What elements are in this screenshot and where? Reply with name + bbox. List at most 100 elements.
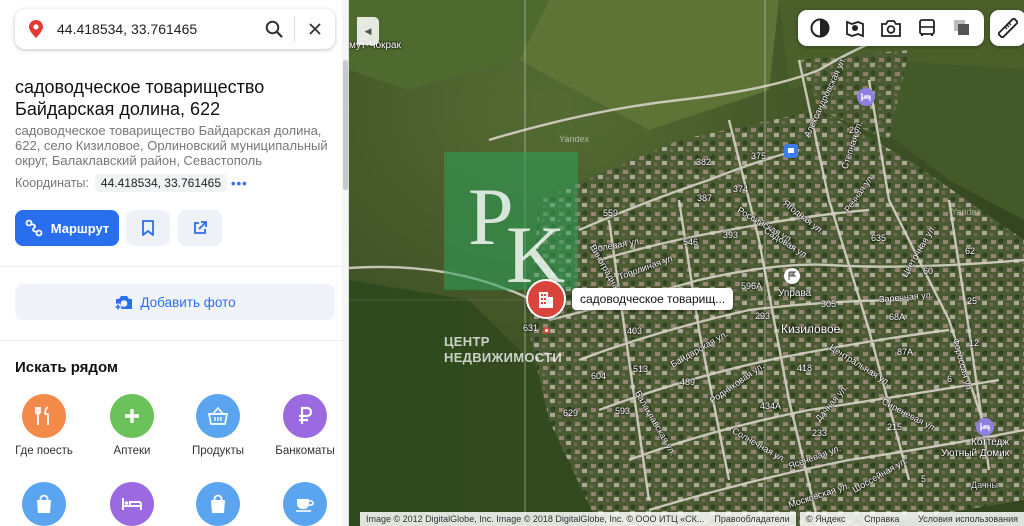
house-number-label: 6 <box>947 374 953 384</box>
camera-icon <box>114 296 133 311</box>
house-number-label: 393 <box>723 230 739 240</box>
nearby-item-stores[interactable] <box>182 482 254 526</box>
map-village-label: Кизиловое <box>781 322 841 336</box>
house-number-label: 62 <box>965 246 976 256</box>
map-layers-toolbar <box>798 10 984 46</box>
search-input[interactable] <box>57 11 254 47</box>
shopping-bag-icon <box>196 482 240 526</box>
place-title: садоводческое товарищество Байдарская до… <box>15 77 265 119</box>
plus-icon <box>110 394 154 438</box>
house-number-label: 305 <box>821 299 837 309</box>
nearby-label: Продукты <box>192 445 244 457</box>
basket-icon <box>196 394 240 438</box>
place-address: садоводческое товарищество Байдарская до… <box>15 123 328 168</box>
nearby-title: Искать рядом <box>15 359 119 376</box>
nearby-label: Аптеки <box>113 445 151 457</box>
flag-poi-icon[interactable] <box>784 268 800 284</box>
svg-text:K: K <box>506 209 565 290</box>
sidebar-scrollbar-thumb[interactable] <box>343 60 348 190</box>
agency-watermark-logo: P K <box>444 152 578 300</box>
help-link[interactable]: Справка <box>864 514 899 524</box>
nearby-label: Банкоматы <box>275 445 335 457</box>
panorama-button[interactable] <box>839 12 871 44</box>
house-number-label: 596А <box>741 281 763 291</box>
poi-label-cottage-line1: Коттедж <box>971 437 1010 448</box>
hotel-poi-icon[interactable] <box>857 88 875 106</box>
bus-stop-icon[interactable] <box>784 144 798 158</box>
yandex-watermark: Yandex <box>559 134 589 144</box>
close-button[interactable] <box>295 9 335 49</box>
nearby-item-cafe[interactable] <box>269 482 341 526</box>
yandex-watermark: Yandex <box>951 207 981 217</box>
copyright-holders-link[interactable]: Правообладатели <box>714 514 789 524</box>
terms-link[interactable]: Условия использования <box>918 514 1018 524</box>
map-pin-icon <box>15 9 57 49</box>
app-root: садоводческое товарищество Байдарская до… <box>0 0 1024 526</box>
house-number-label: 293 <box>755 311 771 321</box>
route-icon <box>25 219 43 237</box>
search-box[interactable] <box>15 9 335 49</box>
coordinates-row: Координаты: 44.418534, 33.761465 ••• <box>15 174 248 192</box>
house-number-label: 604 <box>591 371 607 381</box>
nearby-item-atm[interactable]: Банкоматы <box>269 394 341 457</box>
nearby-item-pharmacy[interactable]: Аптеки <box>96 394 168 457</box>
selected-place-dot <box>543 327 550 334</box>
selected-place-marker[interactable] <box>526 279 566 319</box>
house-number-label: 559 <box>603 208 619 218</box>
attribution-text: Image © 2012 DigitalGlobe, Inc. Image © … <box>366 514 705 524</box>
house-number-label: 374 <box>733 184 749 194</box>
nearby-item-shopping[interactable] <box>8 482 80 526</box>
poi-label-admin: Управа <box>778 288 812 299</box>
house-number-label: 215 <box>887 422 903 432</box>
ruler-button[interactable] <box>990 10 1024 46</box>
panorama-icon <box>846 20 865 38</box>
house-number-label: 26 <box>849 125 860 135</box>
collapse-sidebar-button[interactable]: ◀ <box>357 17 379 45</box>
map-attribution: Image © 2012 DigitalGlobe, Inc. Image © … <box>360 512 796 526</box>
route-button-label: Маршрут <box>50 220 110 236</box>
house-number-label: 5 <box>921 474 927 484</box>
poi-label-cottage-line2: Уютный Домик <box>940 448 1010 459</box>
share-icon <box>194 221 207 234</box>
photos-button[interactable] <box>875 12 907 44</box>
shopping-bag-icon <box>22 482 66 526</box>
selected-place-tooltip[interactable]: садоводческое товарищ... <box>572 288 734 310</box>
bed-icon <box>110 482 154 526</box>
transit-button[interactable] <box>911 12 943 44</box>
nearby-label: Где поесть <box>15 445 73 457</box>
bookmark-icon <box>142 220 154 236</box>
close-icon <box>309 23 321 35</box>
map-type-button[interactable] <box>946 12 978 44</box>
share-button[interactable] <box>178 210 222 246</box>
hotel-poi-icon[interactable] <box>976 418 994 436</box>
house-number-label: 233 <box>812 428 828 438</box>
nearby-item-food[interactable]: Где поесть <box>8 394 80 457</box>
bookmark-button[interactable] <box>126 210 170 246</box>
nearby-item-hotels[interactable] <box>96 482 168 526</box>
ruble-icon <box>283 394 327 438</box>
house-number-label: 60 <box>923 266 934 276</box>
stacked-layers-icon <box>954 20 970 35</box>
coffee-cup-icon <box>283 482 327 526</box>
nearby-item-groceries[interactable]: Продукты <box>182 394 254 457</box>
add-photo-button[interactable]: Добавить фото <box>15 284 335 320</box>
house-number-label: 25 <box>967 296 978 306</box>
house-number-label: 629 <box>563 408 579 418</box>
coordinates-label: Координаты: <box>15 176 89 190</box>
search-button[interactable] <box>254 9 294 49</box>
house-number-label: 68А <box>889 312 906 322</box>
coordinates-value[interactable]: 44.418534, 33.761465 <box>94 174 228 192</box>
sidebar: садоводческое товарищество Байдарская до… <box>0 0 349 526</box>
coordinates-more-button[interactable]: ••• <box>231 176 248 191</box>
house-number-label: 382 <box>696 157 712 167</box>
house-number-label: 546 <box>683 237 699 247</box>
house-number-label: 387 <box>697 193 713 203</box>
yandex-copyright[interactable]: © Яндекс <box>806 514 845 524</box>
layers-button[interactable] <box>804 12 836 44</box>
add-photo-label: Добавить фото <box>140 294 236 310</box>
route-button[interactable]: Маршрут <box>15 210 119 246</box>
house-number-label: 593 <box>615 406 631 416</box>
divider <box>0 340 348 341</box>
poi-label-cottage: Коттедж Уютный Домик <box>941 437 1010 459</box>
fork-knife-icon <box>22 394 66 438</box>
